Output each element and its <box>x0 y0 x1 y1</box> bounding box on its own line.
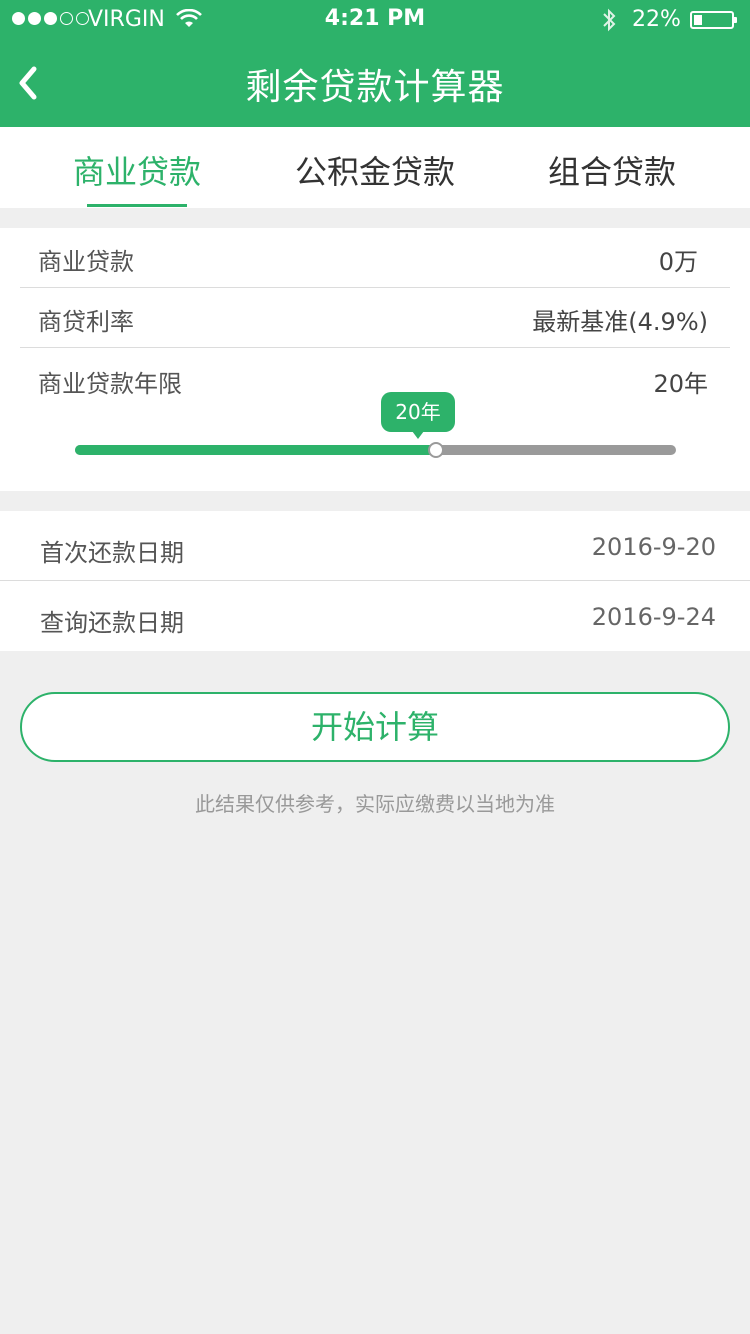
slider-fill <box>75 445 436 455</box>
navigation-bar: VIRGIN 4:21 PM 22% 剩余贷款计算器 <box>0 0 750 127</box>
tab-provident-fund-loan[interactable]: 公积金贷款 <box>250 147 500 193</box>
loan-term-slider[interactable] <box>75 442 676 458</box>
slider-tooltip: 20年 <box>381 392 455 439</box>
loan-amount-label: 商业贷款 <box>38 248 134 276</box>
tab-combined-loan[interactable]: 组合贷款 <box>487 147 737 193</box>
battery-level <box>694 15 702 25</box>
disclaimer-text: 此结果仅供参考，实际应缴费以当地为准 <box>195 792 555 816</box>
bluetooth-icon <box>603 8 616 32</box>
query-payment-date-value: 2016-9-24 <box>591 603 716 631</box>
loan-rate-value: 最新基准(4.9%) <box>532 308 708 336</box>
loan-type-tabs: 商业贷款 公积金贷款 组合贷款 <box>0 127 750 208</box>
payment-dates-card: 首次还款日期 2016-9-20 查询还款日期 2016-9-24 <box>0 511 750 651</box>
loan-term-label: 商业贷款年限 <box>38 370 182 398</box>
tab-commercial-loan[interactable]: 商业贷款 <box>12 147 262 193</box>
status-bar: VIRGIN 4:21 PM 22% <box>0 0 750 40</box>
page-title: 剩余贷款计算器 <box>245 67 505 108</box>
loan-rate-row[interactable]: 商贷利率 最新基准(4.9%) <box>20 288 730 348</box>
loan-term-value: 20年 <box>653 370 708 398</box>
first-payment-date-value: 2016-9-20 <box>591 533 716 561</box>
query-payment-date-row[interactable]: 查询还款日期 2016-9-24 <box>0 581 750 651</box>
loan-rate-label: 商贷利率 <box>38 308 134 336</box>
slider-thumb[interactable] <box>428 442 444 458</box>
query-payment-date-label: 查询还款日期 <box>40 609 184 637</box>
first-payment-date-row[interactable]: 首次还款日期 2016-9-20 <box>0 511 750 581</box>
loan-details-card: 商业贷款 0万 商贷利率 最新基准(4.9%) 商业贷款年限 20年 20年 <box>0 228 750 491</box>
battery-percent: 22% <box>632 7 681 32</box>
loan-amount-value: 0万 <box>658 248 698 276</box>
first-payment-date-label: 首次还款日期 <box>40 539 184 567</box>
battery-icon <box>690 11 737 29</box>
start-calculation-button[interactable]: 开始计算 <box>20 692 730 762</box>
active-tab-indicator <box>87 204 187 207</box>
loan-amount-row[interactable]: 商业贷款 0万 <box>20 228 730 288</box>
